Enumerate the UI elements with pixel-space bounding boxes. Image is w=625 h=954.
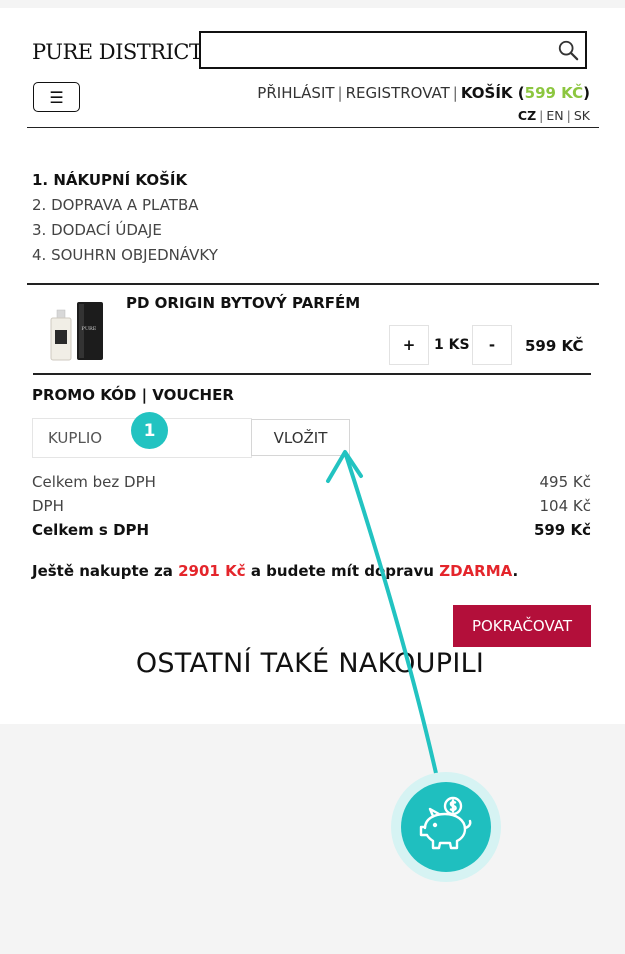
total-label: Celkem s DPH [32,521,150,539]
order-totals: Celkem bez DPH 495 Kč DPH 104 Kč Celkem … [32,470,591,542]
vat-label: DPH [32,497,64,515]
checkout-steps: 1. NÁKUPNÍ KOŠÍK 2. DOPRAVA A PLATBA 3. … [32,168,218,268]
product-image[interactable]: PURE [45,300,107,362]
step-badge: 1 [131,412,168,449]
login-link[interactable]: PŘIHLÁSIT [257,84,334,102]
cart-label: KOŠÍK [460,84,513,102]
site-logo[interactable]: PURE DISTRICT [32,40,203,64]
cart-total: 599 KČ [524,84,584,102]
cart-link[interactable]: KOŠÍK (599 KČ) [461,84,590,102]
header-divider [27,127,599,128]
continue-button[interactable]: POKRAČOVAT [453,605,591,647]
shipping-remaining-amount: 2901 Kč [178,562,246,580]
account-links: PŘIHLÁSIT | REGISTROVAT | KOŠÍK (599 KČ) [257,84,590,102]
step-delivery-details: 3. DODACÍ ÚDAJE [32,221,162,239]
product-name[interactable]: PD ORIGIN BYTOVÝ PARFÉM [126,294,360,312]
top-strip [0,0,625,8]
steps-divider [27,283,599,285]
piggy-bank-badge [391,772,501,882]
quantity-decrease-button[interactable]: - [472,325,512,365]
line-item-price: 599 KČ [525,337,584,355]
hamburger-menu-icon: ☰ [49,87,64,107]
subtotal-row: Celkem bez DPH 495 Kč [32,470,591,494]
apply-promo-button[interactable]: VLOŽIT [251,419,350,456]
recommendations-title: OSTATNÍ TAKÉ NAKOUPILI [135,648,485,679]
total-row: Celkem s DPH 599 Kč [32,518,591,542]
free-shipping-note: Ještě nakupte za 2901 Kč a budete mít do… [32,562,518,580]
product-image-label: PURE [82,326,97,332]
shipping-note-suffix: . [512,562,519,580]
language-switcher: CZ | EN | SK [517,108,590,123]
total-value: 599 Kč [533,521,591,539]
vat-value: 104 Kč [539,497,591,515]
search-icon[interactable] [557,39,579,61]
shipping-note-prefix: Ještě nakupte za [32,562,179,580]
shipping-note-middle: a budete mít dopravu [245,562,440,580]
menu-button[interactable]: ☰ [33,82,80,112]
cart-divider [33,373,591,375]
register-link[interactable]: REGISTROVAT [346,84,450,102]
lang-en[interactable]: EN [546,108,563,123]
promo-title: PROMO KÓD | VOUCHER [32,386,234,404]
lang-cz[interactable]: CZ [518,108,536,123]
piggy-bank-dollar-icon [419,796,472,850]
step-order-summary: 4. SOUHRN OBJEDNÁVKY [32,246,218,264]
lang-sk[interactable]: SK [574,108,590,123]
step-shipping-payment: 2. DOPRAVA A PLATBA [32,196,199,214]
subtotal-value: 495 Kč [539,473,591,491]
step-cart: 1. NÁKUPNÍ KOŠÍK [32,171,188,189]
shipping-free-label: ZDARMA [439,562,513,580]
quantity-value: 1 KS [434,337,470,353]
vat-row: DPH 104 Kč [32,494,591,518]
search-input[interactable] [199,31,587,69]
quantity-increase-button[interactable]: + [389,325,429,365]
subtotal-label: Celkem bez DPH [32,473,156,491]
piggy-bank-inner [401,782,491,872]
